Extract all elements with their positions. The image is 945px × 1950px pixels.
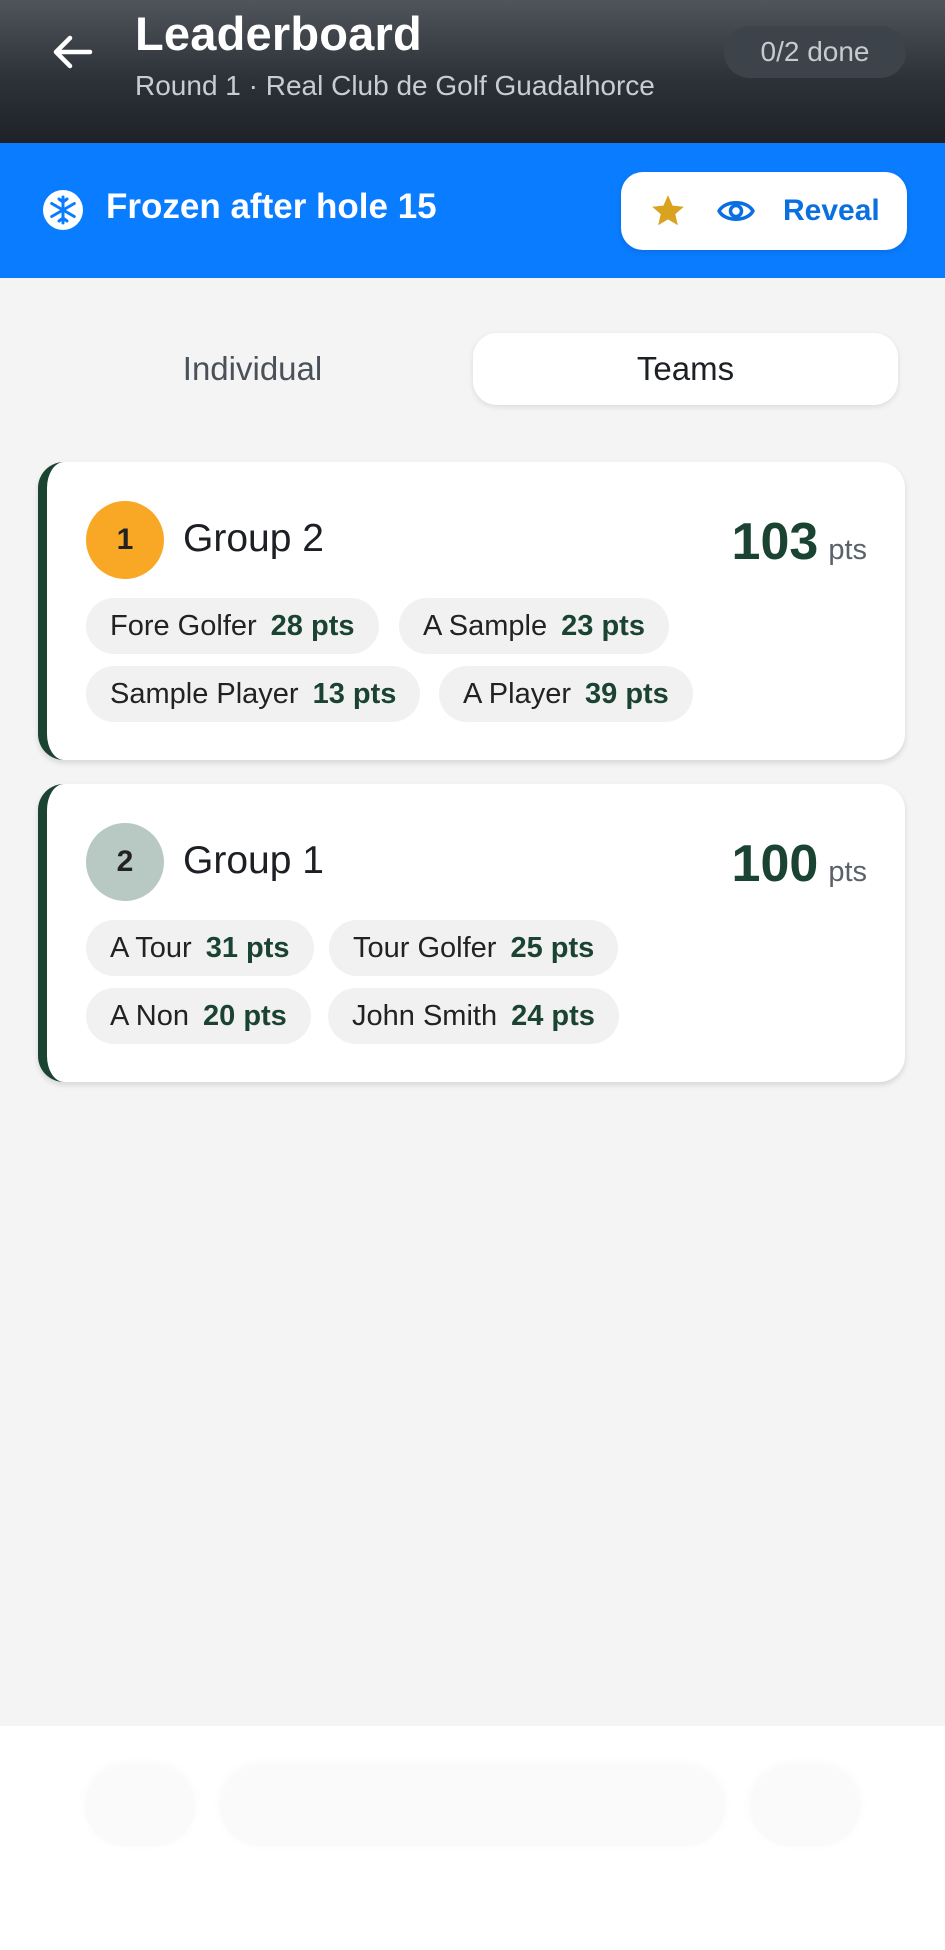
score-unit: pts <box>828 534 867 566</box>
player-points: 24 pts <box>511 999 595 1032</box>
team-score: 100 pts <box>732 834 867 894</box>
arrow-left-icon <box>53 35 93 69</box>
nav-placeholder-right <box>750 1766 860 1846</box>
star-icon <box>652 195 684 226</box>
rank-badge: 2 <box>86 823 164 901</box>
player-points: 20 pts <box>203 999 287 1032</box>
player-points: 25 pts <box>510 931 595 964</box>
team-name: Group 1 <box>183 839 324 882</box>
player-name: A Tour <box>110 931 192 964</box>
nav-placeholder-left <box>85 1766 195 1846</box>
score-value: 100 <box>731 835 819 893</box>
player-chip: Sample Player 13 pts <box>86 666 421 722</box>
bottom-nav-area <box>0 1726 945 1950</box>
player-points: 31 pts <box>205 931 290 964</box>
score-unit: pts <box>828 856 867 888</box>
team-card[interactable]: 1 Group 2 103 pts Fore Golfer 28 pts A S… <box>38 462 905 760</box>
rank-badge: 1 <box>86 501 164 579</box>
tab-teams[interactable]: Teams <box>473 333 898 405</box>
reveal-label: Reveal <box>783 194 880 227</box>
frozen-status-text: Frozen after hole 15 <box>106 187 437 226</box>
player-name: A Sample <box>423 609 548 642</box>
player-points: 23 pts <box>561 609 645 642</box>
nav-placeholder-center <box>220 1766 725 1846</box>
player-points: 39 pts <box>585 677 669 710</box>
player-chip: A Sample 23 pts <box>399 598 669 654</box>
player-chip: A Player 39 pts <box>439 666 693 722</box>
player-chip: Tour Golfer 25 pts <box>329 920 619 976</box>
team-score: 103 pts <box>732 512 867 572</box>
player-chip: A Tour 31 pts <box>86 920 314 976</box>
player-name: Fore Golfer <box>110 609 257 642</box>
team-card[interactable]: 2 Group 1 100 pts A Tour 31 pts Tour Gol… <box>38 784 905 1082</box>
tab-individual[interactable]: Individual <box>40 333 465 405</box>
player-chip: Fore Golfer 28 pts <box>86 598 379 654</box>
app-header: Leaderboard Round 1 · Real Club de Golf … <box>0 0 945 143</box>
player-chip: John Smith 24 pts <box>328 988 619 1044</box>
player-name: Tour Golfer <box>353 931 497 964</box>
snowflake-icon <box>43 190 83 230</box>
eye-icon <box>717 201 755 221</box>
player-name: Sample Player <box>110 677 299 710</box>
team-name: Group 2 <box>183 517 324 560</box>
player-name: John Smith <box>352 999 498 1032</box>
score-value: 103 <box>731 513 819 571</box>
done-status-badge: 0/2 done <box>724 26 906 78</box>
back-button[interactable] <box>40 26 104 78</box>
reveal-button[interactable]: Reveal <box>621 172 907 250</box>
player-chip: A Non 20 pts <box>86 988 311 1044</box>
round-subtitle: Round 1 · Real Club de Golf Guadalhorce <box>135 70 655 101</box>
player-name: A Non <box>110 999 189 1032</box>
player-points: 13 pts <box>312 677 397 710</box>
player-name: A Player <box>463 677 571 710</box>
view-tabs: Individual Teams <box>40 333 900 405</box>
player-points: 28 pts <box>270 609 355 642</box>
page-title: Leaderboard <box>135 7 422 60</box>
